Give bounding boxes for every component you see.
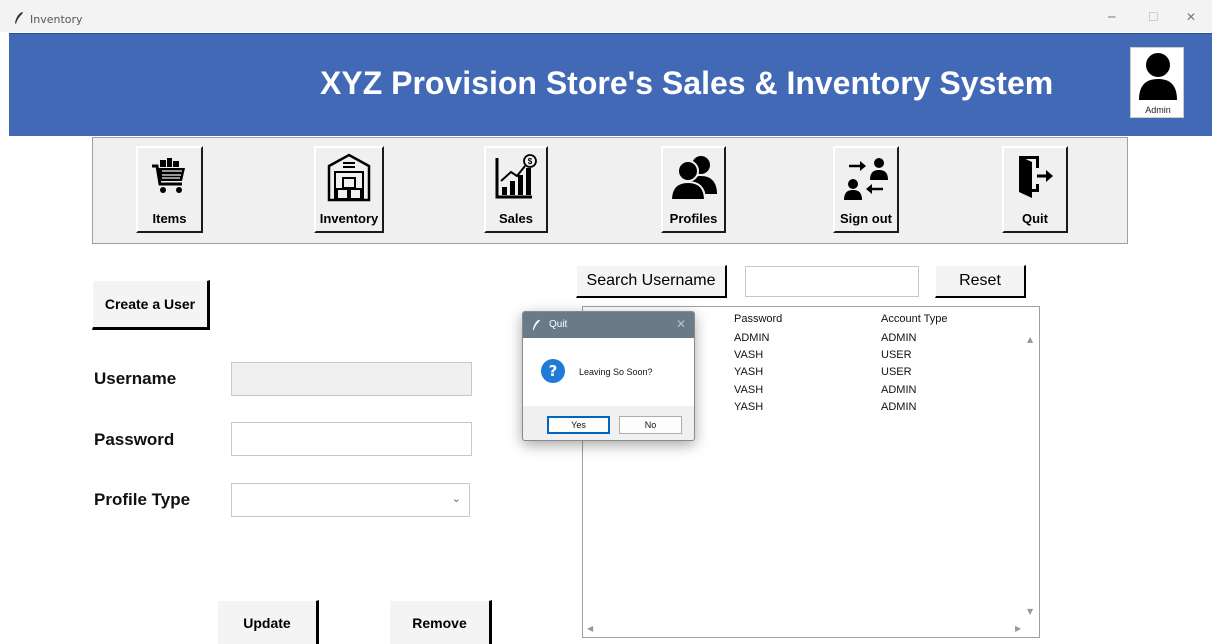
password-label: Password [94,430,175,449]
nav-profiles-label: Profiles [669,211,718,226]
reset-button[interactable]: Reset [935,265,1026,298]
username-field[interactable] [231,362,472,396]
table-cell[interactable]: ADMIN [881,401,916,413]
title-bar: Inventory ─ ☐ ✕ [0,0,1212,32]
quit-dialog: Quit ✕ ? Leaving So Soon? Yes No [522,311,695,441]
feather-icon [15,12,23,24]
maximize-button[interactable]: ☐ [1148,10,1159,24]
nav-sales-button[interactable]: $ Sales [484,146,548,233]
switch-user-icon [844,158,888,200]
table-cell[interactable]: VASH [734,384,763,396]
close-button[interactable]: ✕ [1186,10,1196,24]
user-label: Admin [1145,105,1171,115]
remove-button[interactable]: Remove [389,600,492,644]
table-cell[interactable]: YASH [734,401,763,413]
window-title: Inventory [30,13,83,26]
search-username-button[interactable]: Search Username [576,265,727,298]
table-cell[interactable]: YASH [734,366,763,378]
dialog-close-icon[interactable]: ✕ [676,317,686,331]
nav-inventory-button[interactable]: Inventory [314,146,384,233]
nav-sales-label: Sales [499,211,533,226]
dialog-message: Leaving So Soon? [579,367,653,377]
profiles-icon [669,156,717,200]
dialog-no-button[interactable]: No [619,416,682,434]
question-icon: ? [541,359,565,383]
nav-profiles-button[interactable]: Profiles [661,146,726,233]
nav-quit-label: Quit [1022,211,1048,226]
update-button[interactable]: Update [217,600,319,644]
dialog-title-bar: Quit ✕ [523,312,694,338]
create-user-button[interactable]: Create a User [92,280,210,330]
vertical-scrollbar[interactable]: ▲ ▼ [1025,331,1037,621]
warehouse-icon [327,153,371,202]
scroll-left-icon[interactable]: ◀ [587,624,593,633]
dialog-title: Quit [549,319,568,330]
username-label: Username [94,369,177,388]
scroll-right-icon[interactable]: ▶ [1015,624,1021,633]
table-cell[interactable]: VASH [734,349,763,361]
nav-toolbar: Items Inventory $ Sales Profiles Sign ou… [92,137,1128,244]
nav-inventory-label: Inventory [319,211,379,226]
svg-text:$: $ [528,157,533,166]
column-header-password[interactable]: Password [734,313,782,325]
table-cell[interactable]: ADMIN [881,332,916,344]
exit-door-icon [1019,156,1053,198]
scroll-down-icon[interactable]: ▼ [1027,607,1033,616]
user-avatar-button[interactable]: Admin [1130,47,1184,118]
sales-chart-icon: $ [495,154,537,199]
nav-sign-out-button[interactable]: Sign out [833,146,899,233]
page-title: XYZ Provision Store's Sales & Inventory … [320,65,1054,101]
shopping-cart-icon [151,158,185,193]
nav-quit-button[interactable]: Quit [1002,146,1068,233]
table-cell[interactable]: USER [881,366,912,378]
password-field[interactable] [231,422,472,456]
feather-icon [532,319,541,331]
user-icon [1139,53,1177,100]
nav-items-label: Items [152,211,187,226]
table-cell[interactable]: USER [881,349,912,361]
app-window: Inventory ─ ☐ ✕ XYZ Provision Store's Sa… [0,0,1212,644]
table-cell[interactable]: ADMIN [881,384,916,396]
app-header: XYZ Provision Store's Sales & Inventory … [9,33,1212,136]
search-input[interactable] [745,266,919,297]
profile-type-select[interactable]: ⌄ [231,483,470,517]
minimize-button[interactable]: ─ [1108,10,1115,24]
profile-type-label: Profile Type [94,490,191,509]
nav-items-button[interactable]: Items [136,146,203,233]
horizontal-scrollbar[interactable]: ◀ ▶ [585,623,1025,635]
chevron-down-icon: ⌄ [451,492,461,505]
dialog-yes-button[interactable]: Yes [547,416,610,434]
scroll-up-icon[interactable]: ▲ [1027,335,1033,344]
nav-sign-out-label: Sign out [840,211,892,226]
column-header-account-type[interactable]: Account Type [881,313,947,325]
table-cell[interactable]: ADMIN [734,332,769,344]
dialog-body: ? Leaving So Soon? [523,338,694,406]
